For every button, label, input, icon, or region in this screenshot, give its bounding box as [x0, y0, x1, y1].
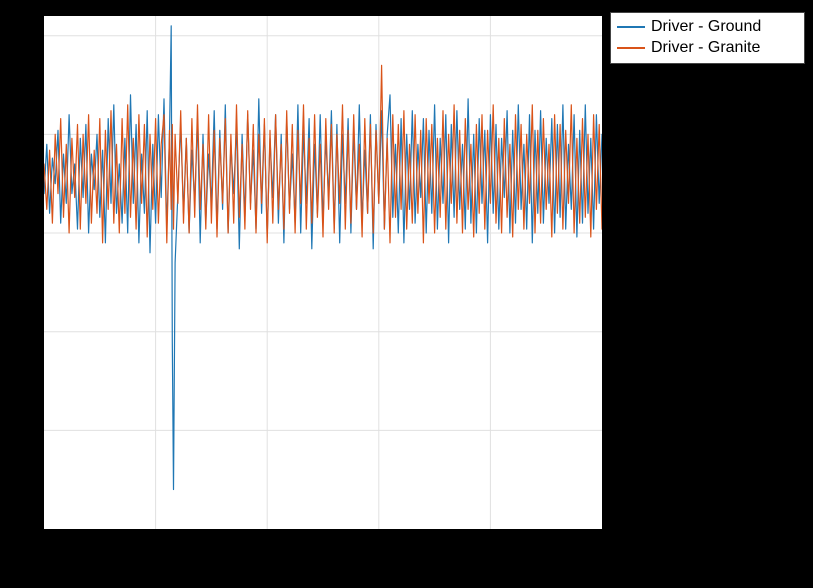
legend-swatch-granite [617, 47, 645, 49]
legend-label-granite: Driver - Granite [651, 38, 760, 59]
plot-area [43, 15, 603, 530]
plot-svg [44, 16, 602, 529]
legend-entry-granite: Driver - Granite [617, 38, 798, 59]
legend-swatch-ground [617, 26, 645, 28]
legend-label-ground: Driver - Ground [651, 17, 761, 38]
chart-stage: Driver - Ground Driver - Granite [0, 0, 813, 588]
legend-entry-ground: Driver - Ground [617, 17, 798, 38]
legend: Driver - Ground Driver - Granite [610, 12, 805, 64]
